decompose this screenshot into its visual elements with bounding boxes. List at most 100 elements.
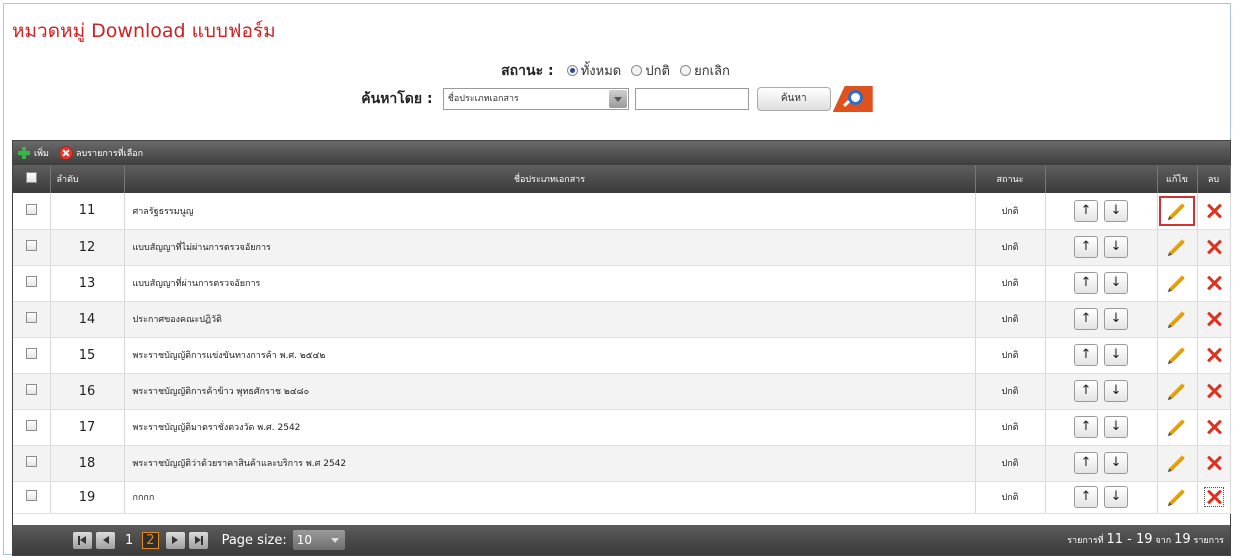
move-down-button[interactable]: ↓ xyxy=(1104,308,1128,330)
search-input[interactable] xyxy=(634,88,749,110)
move-up-button[interactable]: ↑ xyxy=(1074,199,1098,222)
search-filter: ค้นหาโดย : ชื่อประเภทเอกสาร ค้นหา xyxy=(4,86,1230,112)
delete-x-icon[interactable] xyxy=(1206,455,1222,471)
move-down-button[interactable]: ↓ xyxy=(1104,199,1128,222)
edit-button[interactable] xyxy=(1159,232,1195,262)
page-title: หมวดหมู่ Download แบบฟอร์ม xyxy=(12,20,276,42)
page-number-2[interactable]: 2 xyxy=(142,531,159,549)
row-checkbox[interactable] xyxy=(25,490,37,501)
delete-x-icon[interactable] xyxy=(1206,239,1222,255)
next-page-icon[interactable] xyxy=(165,531,185,549)
edit-button[interactable] xyxy=(1159,195,1195,226)
row-checkbox[interactable] xyxy=(25,456,37,467)
page-number-1[interactable]: 1 xyxy=(122,533,136,548)
add-button[interactable]: เพิ่ม xyxy=(17,146,49,160)
grid-toolbar: เพิ่ม ลบรายการที่เลือก xyxy=(13,141,1230,165)
radio-normal[interactable] xyxy=(631,65,643,76)
edit-pencil-icon xyxy=(1169,275,1185,291)
move-up-button[interactable]: ↑ xyxy=(1074,416,1098,438)
row-checkbox[interactable] xyxy=(25,420,37,431)
row-checkbox[interactable] xyxy=(25,276,37,287)
edit-button[interactable] xyxy=(1159,448,1195,478)
move-up-button[interactable]: ↑ xyxy=(1074,380,1098,402)
row-seq: 14 xyxy=(50,301,125,338)
edit-pencil-icon xyxy=(1169,383,1185,399)
status-option-cancelled[interactable]: ยกเลิก xyxy=(680,60,730,81)
row-seq: 16 xyxy=(50,373,125,410)
row-name: ศาลรัฐธรรมนูญ xyxy=(124,193,976,230)
search-by-label: ค้นหาโดย : xyxy=(361,91,433,107)
radio-cancelled[interactable] xyxy=(680,65,692,76)
status-option-cancelled-label: ยกเลิก xyxy=(694,64,730,79)
edit-button[interactable] xyxy=(1159,340,1195,370)
move-up-button[interactable]: ↑ xyxy=(1074,308,1098,330)
edit-button[interactable] xyxy=(1159,268,1195,298)
last-page-icon[interactable] xyxy=(188,531,208,549)
row-status: ปกติ xyxy=(975,301,1046,338)
radio-all[interactable] xyxy=(566,65,578,76)
grid-table: ลำดับ ชื่อประเภทเอกสาร สถานะ แก้ไข ลบ 11… xyxy=(13,165,1231,514)
row-status: ปกติ xyxy=(975,445,1046,482)
grid-header-row: ลำดับ ชื่อประเภทเอกสาร สถานะ แก้ไข ลบ xyxy=(13,165,1231,193)
row-checkbox[interactable] xyxy=(25,348,37,359)
select-dropdown-icon[interactable] xyxy=(608,90,627,108)
table-row: 12 แบบสัญญาที่ไม่ผ่านการตรวจอัยการ ปกติ … xyxy=(13,229,1231,266)
delete-x-icon[interactable] xyxy=(1206,383,1222,399)
row-seq: 18 xyxy=(50,445,125,482)
summary-prefix: รายการที่ xyxy=(1067,536,1104,546)
row-checkbox[interactable] xyxy=(25,312,37,323)
pager-summary: รายการที่ 11 - 19 จาก 19 รายการ xyxy=(1067,532,1224,547)
row-seq: 11 xyxy=(50,193,125,230)
move-down-button[interactable]: ↓ xyxy=(1104,452,1128,474)
row-checkbox[interactable] xyxy=(25,240,37,251)
move-up-button[interactable]: ↑ xyxy=(1074,486,1098,508)
delete-x-icon[interactable] xyxy=(1206,275,1222,291)
search-button[interactable]: ค้นหา xyxy=(756,87,831,111)
search-field-select[interactable]: ชื่อประเภทเอกสาร xyxy=(442,88,629,110)
status-option-all-label: ทั้งหมด xyxy=(580,64,622,79)
delete-x-icon[interactable] xyxy=(1206,311,1222,327)
edit-pencil-icon xyxy=(1169,239,1185,255)
row-seq: 12 xyxy=(50,229,125,266)
page-size-select[interactable]: 10 xyxy=(292,530,345,550)
move-up-button[interactable]: ↑ xyxy=(1074,272,1098,294)
search-controls: ชื่อประเภทเอกสาร ค้นหา xyxy=(442,86,873,112)
delete-x-icon[interactable] xyxy=(1206,419,1222,435)
status-option-all[interactable]: ทั้งหมด xyxy=(566,60,622,81)
move-down-button[interactable]: ↓ xyxy=(1104,486,1128,508)
header-edit: แก้ไข xyxy=(1157,165,1198,193)
edit-button[interactable] xyxy=(1159,412,1195,442)
header-select-all xyxy=(13,165,51,193)
edit-pencil-icon xyxy=(1169,311,1185,327)
move-down-button[interactable]: ↓ xyxy=(1104,416,1128,438)
edit-button[interactable] xyxy=(1159,482,1195,512)
row-status: ปกติ xyxy=(975,373,1046,410)
table-row: 16 พระราชบัญญัติการค้าข้าว พุทธศักราช ๒๔… xyxy=(13,373,1231,410)
header-delete: ลบ xyxy=(1197,165,1231,193)
row-seq: 17 xyxy=(50,409,125,446)
edit-button[interactable] xyxy=(1159,376,1195,406)
delete-x-icon[interactable] xyxy=(1206,347,1222,363)
prev-page-icon[interactable] xyxy=(96,531,115,549)
move-down-button[interactable]: ↓ xyxy=(1104,380,1128,402)
row-checkbox[interactable] xyxy=(25,203,37,215)
row-status: ปกติ xyxy=(975,229,1046,266)
first-page-icon[interactable] xyxy=(73,531,92,549)
move-up-button[interactable]: ↑ xyxy=(1074,452,1098,474)
edit-button[interactable] xyxy=(1159,304,1195,334)
move-down-button[interactable]: ↓ xyxy=(1104,236,1128,258)
edit-pencil-icon xyxy=(1169,347,1185,363)
delete-x-icon[interactable] xyxy=(1203,487,1224,507)
move-up-button[interactable]: ↑ xyxy=(1074,236,1098,258)
move-down-button[interactable]: ↓ xyxy=(1104,272,1128,294)
move-down-button[interactable]: ↓ xyxy=(1104,344,1128,366)
row-checkbox[interactable] xyxy=(25,384,37,395)
table-row: 18 พระราชบัญญัติว่าด้วยราคาสินค้าและบริก… xyxy=(13,445,1231,482)
status-option-normal[interactable]: ปกติ xyxy=(631,60,670,81)
edit-pencil-icon xyxy=(1169,202,1185,219)
delete-x-icon[interactable] xyxy=(1206,203,1222,219)
search-icon[interactable] xyxy=(832,86,873,112)
move-up-button[interactable]: ↑ xyxy=(1074,344,1098,366)
select-all-checkbox[interactable] xyxy=(25,172,37,183)
delete-selected-button[interactable]: ลบรายการที่เลือก xyxy=(58,146,143,160)
